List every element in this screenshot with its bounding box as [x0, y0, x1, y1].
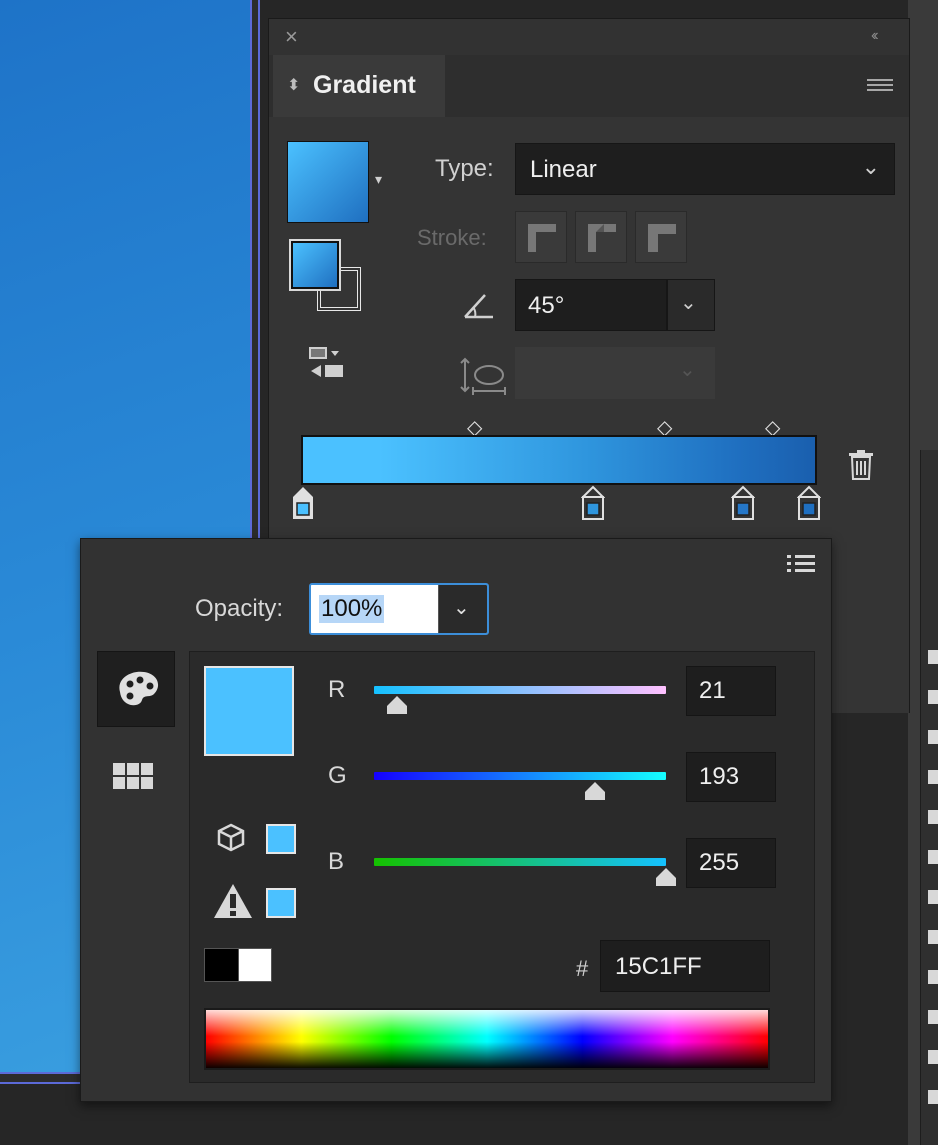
- opacity-dropdown-button[interactable]: ⌄: [438, 585, 487, 633]
- channel-value: 255: [699, 849, 740, 876]
- dock-row-marker: [928, 1010, 938, 1024]
- opacity-label: Opacity:: [195, 595, 284, 622]
- type-label: Type:: [435, 155, 494, 182]
- gradient-stop-selected[interactable]: [291, 485, 315, 521]
- tab-label: Gradient: [313, 71, 416, 99]
- dock-row-marker: [928, 730, 938, 744]
- angle-value: 45°: [528, 292, 565, 319]
- list-menu-icon[interactable]: [787, 553, 815, 575]
- angle-input[interactable]: 45°: [515, 279, 667, 331]
- channel-value: 21: [699, 677, 726, 704]
- current-color-swatch: [204, 666, 294, 756]
- channel-value-input[interactable]: 21: [686, 666, 776, 716]
- hex-label: #: [576, 956, 589, 981]
- right-dock-panel: [920, 450, 938, 1145]
- chevron-down-icon: ⌄: [680, 292, 697, 314]
- dock-row-marker: [928, 650, 938, 664]
- dock-row-marker: [928, 1090, 938, 1104]
- chevron-down-icon: ⌄: [861, 154, 880, 179]
- palette-icon: [119, 671, 159, 706]
- collapse-icon[interactable]: ‹‹: [871, 27, 878, 45]
- stroke-along-button[interactable]: [575, 211, 627, 263]
- stroke-within-icon: [528, 224, 556, 252]
- stroke-across-button[interactable]: [635, 211, 687, 263]
- gradient-stop[interactable]: [797, 485, 821, 521]
- channel-slider-track[interactable]: [374, 772, 666, 780]
- tab-gradient[interactable]: ⬍ Gradient: [273, 55, 445, 117]
- opacity-input[interactable]: 100%: [311, 585, 455, 633]
- web-safe-color-swatch[interactable]: [266, 824, 296, 854]
- dock-row-marker: [928, 690, 938, 704]
- channel-slider-thumb[interactable]: [654, 866, 678, 888]
- opacity-field[interactable]: 100% ⌄: [309, 583, 489, 635]
- channel-slider-track[interactable]: [374, 858, 666, 866]
- angle-icon: [464, 294, 493, 319]
- panel-menu-icon[interactable]: [867, 79, 893, 95]
- opacity-value: 100%: [319, 595, 385, 623]
- angle-dropdown-button[interactable]: ⌄: [667, 279, 715, 331]
- channel-value: 193: [699, 763, 740, 790]
- color-picker-body: R 21 G 193 B 255 # 15C1FF: [189, 651, 815, 1083]
- white-swatch[interactable]: [238, 948, 272, 982]
- gradient-fill-swatch[interactable]: [287, 141, 369, 223]
- close-icon[interactable]: ×: [285, 24, 298, 50]
- channel-slider-track[interactable]: [374, 686, 666, 694]
- tab-expand-icon: ⬍: [287, 77, 301, 94]
- gradient-type-select[interactable]: Linear ⌄: [515, 143, 895, 195]
- caret-down-icon[interactable]: ▾: [375, 171, 382, 188]
- gradient-stop[interactable]: [731, 485, 755, 521]
- hex-input[interactable]: 15C1FF: [600, 940, 770, 992]
- chevron-down-icon: ⌄: [453, 597, 470, 619]
- channel-slider-thumb[interactable]: [385, 694, 409, 716]
- dock-row-marker: [928, 970, 938, 984]
- stroke-label: Stroke:: [417, 225, 487, 250]
- aspect-ratio-select: ⌄: [515, 347, 715, 399]
- stroke-within-button[interactable]: [515, 211, 567, 263]
- dock-row-marker: [928, 810, 938, 824]
- warning-icon[interactable]: [212, 882, 254, 920]
- stroke-across-icon: [648, 224, 676, 252]
- aspect-ratio-icon: [460, 357, 506, 395]
- channel-slider-thumb[interactable]: [583, 780, 607, 802]
- channel-label: R: [328, 676, 346, 703]
- channel-value-input[interactable]: 255: [686, 838, 776, 888]
- dock-row-marker: [928, 850, 938, 864]
- dock-row-marker: [928, 770, 938, 784]
- color-popup-panel: Opacity: 100% ⌄ R 21 G 193 B 255 # 15C1F…: [80, 538, 832, 1102]
- trash-icon[interactable]: [847, 449, 875, 481]
- gamut-cube-icon[interactable]: [216, 822, 246, 852]
- reverse-gradient-icon[interactable]: [307, 345, 347, 381]
- black-swatch[interactable]: [204, 948, 240, 982]
- gradient-stop[interactable]: [581, 485, 605, 521]
- out-of-gamut-swatch[interactable]: [266, 888, 296, 918]
- hex-value: 15C1FF: [615, 953, 702, 980]
- color-spectrum[interactable]: [204, 1008, 770, 1070]
- stroke-along-icon: [588, 224, 616, 252]
- dock-row-marker: [928, 1050, 938, 1064]
- dock-row-marker: [928, 890, 938, 904]
- panel-title-bar[interactable]: × ‹‹: [269, 19, 909, 55]
- dock-row-marker: [928, 930, 938, 944]
- chevron-down-icon: ⌄: [679, 359, 696, 381]
- channel-label: G: [328, 762, 347, 789]
- channel-value-input[interactable]: 193: [686, 752, 776, 802]
- fill-swatch[interactable]: [289, 239, 341, 291]
- color-mode-sidebar: [97, 651, 175, 1071]
- type-value: Linear: [530, 156, 597, 183]
- swatches-icon[interactable]: [111, 761, 155, 793]
- channel-label: B: [328, 848, 345, 875]
- color-mode-button[interactable]: [97, 651, 175, 727]
- gradient-slider[interactable]: [301, 435, 817, 485]
